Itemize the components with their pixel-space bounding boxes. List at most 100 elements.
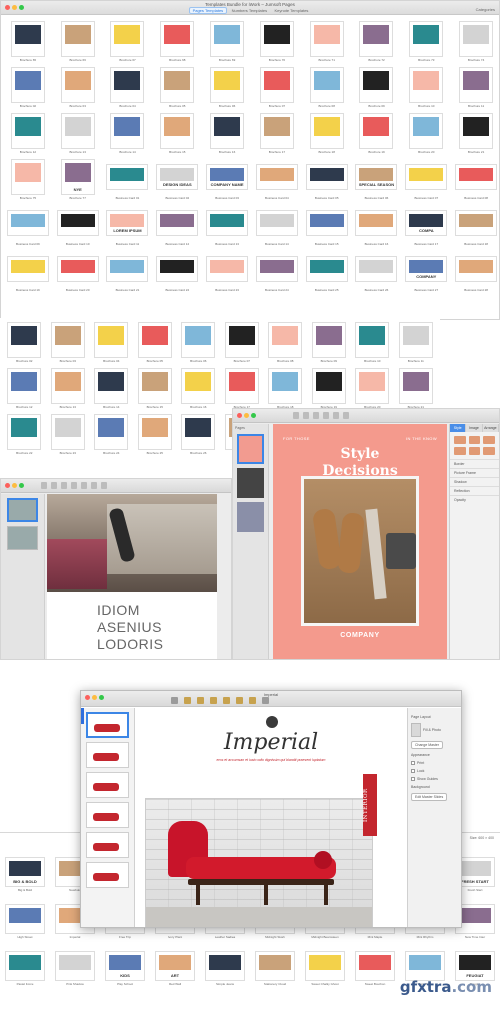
template-thumbnail[interactable]	[309, 21, 344, 57]
template-thumbnail[interactable]	[106, 164, 149, 190]
template-thumbnail[interactable]	[110, 113, 145, 149]
tab-pages[interactable]: Pages Templates	[188, 7, 228, 14]
template-tile[interactable]: Brochure 08	[305, 67, 349, 108]
template-tile[interactable]: Brochure 16	[179, 368, 218, 409]
template-thumbnail[interactable]	[7, 414, 42, 450]
categories-button[interactable]: Categories	[476, 7, 495, 12]
text-icon[interactable]	[323, 412, 329, 419]
chart-icon[interactable]	[61, 482, 67, 489]
template-thumbnail[interactable]	[60, 113, 95, 149]
sofa-photo[interactable]	[145, 798, 373, 927]
shadow-row[interactable]: Shadow	[450, 477, 499, 486]
page-thumb-3[interactable]	[237, 502, 264, 532]
theme-thumbnail[interactable]: FEUGIAT	[455, 951, 495, 981]
template-thumbnail[interactable]	[210, 21, 245, 57]
template-tile[interactable]: Business Card 09	[6, 205, 50, 246]
template-thumbnail[interactable]	[305, 164, 348, 190]
template-thumbnail[interactable]	[10, 113, 45, 149]
table-icon[interactable]	[303, 412, 309, 419]
template-tile[interactable]: Brochure 74	[454, 21, 498, 62]
page-thumb-1[interactable]	[237, 434, 264, 464]
template-thumbnail[interactable]: SPECIAL SEASON	[355, 164, 398, 190]
media-icon[interactable]	[236, 697, 243, 704]
insert-icon[interactable]	[41, 482, 47, 489]
theme-tile[interactable]: Simple Jeans	[203, 951, 247, 986]
template-tile[interactable]: Business Card 07	[404, 159, 448, 200]
template-tile[interactable]: Brochure 04	[106, 67, 150, 108]
page-thumb-1[interactable]	[7, 498, 38, 522]
template-thumbnail[interactable]: DESIGN IDEAS	[156, 164, 199, 190]
template-tile[interactable]: Brochure 02	[5, 322, 44, 363]
text-icon[interactable]	[210, 697, 217, 704]
template-tile[interactable]: Brochure 03	[56, 67, 100, 108]
template-tile[interactable]: Brochure 26	[179, 414, 218, 455]
template-thumbnail[interactable]: LOREM IPSUM	[106, 210, 149, 236]
style-swatch[interactable]	[483, 447, 495, 455]
chart-icon[interactable]	[313, 412, 319, 419]
document-page[interactable]: IDIOM ASENIUS LODORIS	[47, 494, 217, 659]
template-tile[interactable]: Brochure 07	[223, 322, 262, 363]
template-thumbnail[interactable]	[137, 368, 172, 404]
template-tile[interactable]: Brochure 05	[136, 322, 175, 363]
template-thumbnail[interactable]	[409, 21, 444, 57]
template-thumbnail[interactable]	[110, 21, 145, 57]
template-tile[interactable]: Brochure 10	[404, 67, 448, 108]
slide-thumb-3[interactable]	[86, 772, 129, 798]
template-tile[interactable]: Business Card 28	[454, 251, 498, 292]
template-thumbnail[interactable]	[398, 322, 433, 358]
template-tile[interactable]: Brochure 15	[136, 368, 175, 409]
template-tile[interactable]: Brochure 24	[92, 414, 131, 455]
template-thumbnail[interactable]	[259, 67, 294, 103]
template-tile[interactable]: COMPA Business Card 17	[404, 205, 448, 246]
border-row[interactable]: Border	[450, 459, 499, 468]
template-thumbnail[interactable]	[94, 368, 129, 404]
comment-icon[interactable]	[249, 697, 256, 704]
template-tile[interactable]: Brochure 04	[92, 322, 131, 363]
template-thumbnail[interactable]: NYE	[60, 159, 95, 195]
template-tile[interactable]: Brochure 15	[155, 113, 199, 154]
template-thumbnail[interactable]	[309, 113, 344, 149]
template-thumbnail[interactable]	[156, 256, 199, 282]
template-thumbnail[interactable]	[10, 67, 45, 103]
template-tile[interactable]: Brochure 21	[397, 368, 436, 409]
template-thumbnail[interactable]	[255, 256, 298, 282]
template-tile[interactable]: Business Card 04	[255, 159, 299, 200]
checkbox[interactable]	[411, 769, 415, 773]
template-tile[interactable]: Brochure 18	[305, 113, 349, 154]
template-tile[interactable]: Brochure 22	[5, 414, 44, 455]
template-tile[interactable]: COMPANY NAME Business Card 03	[205, 159, 249, 200]
minimize-icon[interactable]	[12, 483, 17, 488]
template-thumbnail[interactable]	[181, 414, 216, 450]
theme-thumbnail[interactable]	[255, 951, 295, 981]
template-thumbnail[interactable]	[110, 67, 145, 103]
template-thumbnail[interactable]	[210, 67, 245, 103]
template-thumbnail[interactable]	[268, 322, 303, 358]
template-thumbnail[interactable]	[355, 368, 390, 404]
template-thumbnail[interactable]	[50, 368, 85, 404]
template-tile[interactable]: Brochure 23	[49, 414, 88, 455]
template-tile[interactable]: COMPANY Business Card 27	[404, 251, 448, 292]
template-tile[interactable]: Brochure 65	[6, 21, 50, 62]
template-thumbnail[interactable]	[94, 414, 129, 450]
template-thumbnail[interactable]	[6, 256, 49, 282]
template-tile[interactable]: Business Card 20	[56, 251, 100, 292]
template-thumbnail[interactable]	[10, 159, 45, 195]
theme-tile[interactable]: Pastel Force	[3, 951, 47, 986]
template-tile[interactable]: Brochure 02	[6, 67, 50, 108]
shoes-photo[interactable]	[301, 476, 419, 626]
template-thumbnail[interactable]	[56, 210, 99, 236]
template-thumbnail[interactable]	[160, 67, 195, 103]
page-thumb-2[interactable]	[237, 468, 264, 498]
page-thumb-2[interactable]	[7, 526, 38, 550]
change-master-button[interactable]: Change Master	[411, 741, 443, 749]
template-thumbnail[interactable]	[455, 256, 498, 282]
template-tile[interactable]: Brochure 66	[56, 21, 100, 62]
template-tile[interactable]: Brochure 11	[454, 67, 498, 108]
template-tile[interactable]: Brochure 73	[404, 21, 448, 62]
template-thumbnail[interactable]	[224, 322, 259, 358]
template-thumbnail[interactable]	[459, 21, 494, 57]
theme-tile[interactable]: Sweet Chalky Ghost	[303, 951, 347, 986]
template-tile[interactable]: DESIGN IDEAS Business Card 02	[155, 159, 199, 200]
theme-thumbnail[interactable]	[5, 951, 45, 981]
template-tile[interactable]: SPECIAL SEASON Business Card 06	[355, 159, 399, 200]
